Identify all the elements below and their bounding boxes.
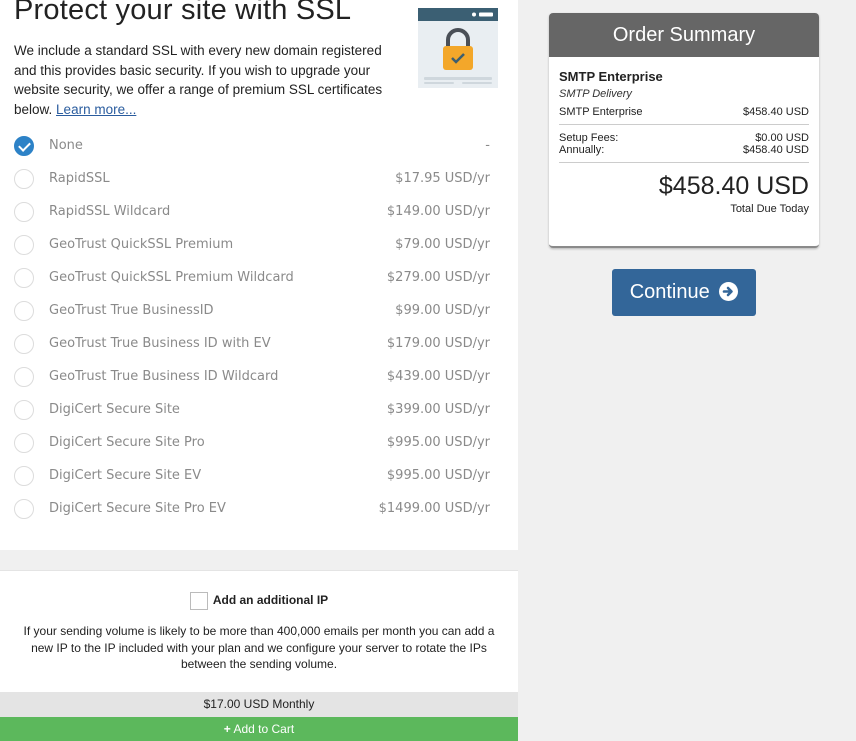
summary-setup-fees: Setup Fees: $0.00 USD bbox=[559, 132, 809, 144]
radio-button[interactable] bbox=[14, 466, 34, 486]
ssl-options-list: None - RapidSSL $17.95 USD/yr RapidSSL Wildc… bbox=[14, 130, 490, 526]
order-summary-title: Order Summary bbox=[549, 13, 819, 57]
ssl-option-price: $179.00 USD/yr bbox=[386, 336, 490, 351]
radio-button[interactable] bbox=[14, 433, 34, 453]
ssl-option[interactable]: GeoTrust True Business ID Wildcard $439.0… bbox=[14, 361, 490, 394]
summary-total-label: Total Due Today bbox=[730, 203, 809, 215]
padlock-browser-icon bbox=[418, 8, 498, 88]
plus-icon: + bbox=[223, 722, 231, 736]
addon-price: $17.00 USD Monthly bbox=[0, 692, 518, 717]
ssl-option-name: GeoTrust QuickSSL Premium bbox=[49, 237, 234, 252]
order-summary-body: SMTP Enterprise SMTP Delivery SMTP Enter… bbox=[549, 69, 819, 215]
ssl-option[interactable]: RapidSSL $17.95 USD/yr bbox=[14, 163, 490, 196]
ssl-option[interactable]: GeoTrust True BusinessID $99.00 USD/yr bbox=[14, 295, 490, 328]
ssl-option-price: $17.95 USD/yr bbox=[395, 171, 490, 186]
ssl-option-price: $399.00 USD/yr bbox=[386, 402, 490, 417]
ssl-option-price: $995.00 USD/yr bbox=[386, 435, 490, 450]
ssl-option-price: $1499.00 USD/yr bbox=[378, 501, 490, 516]
radio-button[interactable] bbox=[14, 268, 34, 288]
ssl-option[interactable]: DigiCert Secure Site $399.00 USD/yr bbox=[14, 394, 490, 427]
ssl-option-name: RapidSSL Wildcard bbox=[49, 204, 171, 219]
ssl-option-name: RapidSSL bbox=[49, 171, 110, 186]
ssl-option-name: GeoTrust True Business ID Wildcard bbox=[49, 369, 279, 384]
ssl-option-name: None bbox=[49, 138, 83, 153]
ssl-option-name: DigiCert Secure Site EV bbox=[49, 468, 202, 483]
ssl-option-price: $79.00 USD/yr bbox=[395, 237, 490, 252]
radio-button[interactable] bbox=[14, 301, 34, 321]
annually-label: Annually: bbox=[559, 144, 605, 156]
add-ip-checkbox[interactable] bbox=[189, 592, 208, 610]
radio-button[interactable] bbox=[14, 367, 34, 387]
ssl-description: We include a standard SSL with every new… bbox=[14, 41, 406, 119]
add-to-cart-label: Add to Cart bbox=[233, 722, 295, 736]
order-summary: Order Summary SMTP Enterprise SMTP Deliv… bbox=[549, 13, 819, 248]
ssl-option[interactable]: RapidSSL Wildcard $149.00 USD/yr bbox=[14, 196, 490, 229]
continue-label: Continue bbox=[629, 281, 710, 303]
ssl-option[interactable]: GeoTrust QuickSSL Premium $79.00 USD/yr bbox=[14, 229, 490, 262]
summary-line-item: SMTP Enterprise $458.40 USD bbox=[559, 106, 809, 125]
ssl-option-name: GeoTrust True Business ID with EV bbox=[49, 336, 271, 351]
ssl-option-price: $99.00 USD/yr bbox=[395, 303, 490, 318]
add-ip-label[interactable]: Add an additional IP bbox=[213, 593, 328, 607]
ssl-upsell-panel: Protect your site with SSL We include a … bbox=[0, 0, 518, 550]
radio-button[interactable] bbox=[14, 202, 34, 222]
additional-ip-addon: Add an additional IP If your sending vol… bbox=[0, 570, 518, 741]
ssl-option[interactable]: GeoTrust True Business ID with EV $179.00… bbox=[14, 328, 490, 361]
ssl-option-name: GeoTrust True BusinessID bbox=[49, 303, 214, 318]
ssl-option-name: DigiCert Secure Site Pro EV bbox=[49, 501, 226, 516]
ssl-option-price: $995.00 USD/yr bbox=[386, 468, 490, 483]
radio-checked-icon[interactable] bbox=[14, 136, 34, 156]
summary-total: $458.40 USD bbox=[658, 172, 809, 200]
setup-fees-value: $0.00 USD bbox=[755, 132, 809, 144]
ssl-option-price: $439.00 USD/yr bbox=[386, 369, 490, 384]
line-item-label: SMTP Enterprise bbox=[559, 106, 643, 118]
summary-product-name: SMTP Enterprise bbox=[559, 69, 663, 84]
setup-fees-label: Setup Fees: bbox=[559, 132, 619, 144]
summary-annually: Annually: $458.40 USD bbox=[559, 144, 809, 163]
addon-checkbox-row: Add an additional IP bbox=[0, 592, 518, 610]
radio-button[interactable] bbox=[14, 400, 34, 420]
ssl-option-price: $279.00 USD/yr bbox=[386, 270, 490, 285]
continue-button[interactable]: Continue bbox=[612, 269, 756, 316]
ssl-option-price: - bbox=[485, 138, 490, 153]
line-item-value: $458.40 USD bbox=[742, 106, 809, 118]
radio-button[interactable] bbox=[14, 169, 34, 189]
radio-button[interactable] bbox=[14, 334, 34, 354]
radio-button[interactable] bbox=[14, 235, 34, 255]
ssl-option[interactable]: None - bbox=[14, 130, 490, 163]
annually-value: $458.40 USD bbox=[742, 144, 809, 156]
ssl-option[interactable]: DigiCert Secure Site Pro $995.00 USD/yr bbox=[14, 427, 490, 460]
page-title: Protect your site with SSL bbox=[14, 0, 352, 26]
arrow-circle-right-icon bbox=[719, 282, 739, 301]
ssl-option-price: $149.00 USD/yr bbox=[386, 204, 490, 219]
addon-description: If your sending volume is likely to be m… bbox=[23, 624, 495, 671]
radio-button[interactable] bbox=[14, 499, 34, 519]
ssl-option[interactable]: DigiCert Secure Site EV $995.00 USD/yr bbox=[14, 460, 490, 493]
ssl-option-name: GeoTrust QuickSSL Premium Wildcard bbox=[49, 270, 294, 285]
ssl-option-name: DigiCert Secure Site Pro bbox=[49, 435, 205, 450]
learn-more-link[interactable]: Learn more... bbox=[56, 102, 136, 117]
ssl-option-name: DigiCert Secure Site bbox=[49, 402, 180, 417]
ssl-option[interactable]: DigiCert Secure Site Pro EV $1499.00 USD/… bbox=[14, 493, 490, 526]
ssl-option[interactable]: GeoTrust QuickSSL Premium Wildcard $279.0… bbox=[14, 262, 490, 295]
summary-product-group: SMTP Delivery bbox=[559, 88, 632, 100]
add-to-cart-button[interactable]: + Add to Cart bbox=[0, 717, 518, 741]
